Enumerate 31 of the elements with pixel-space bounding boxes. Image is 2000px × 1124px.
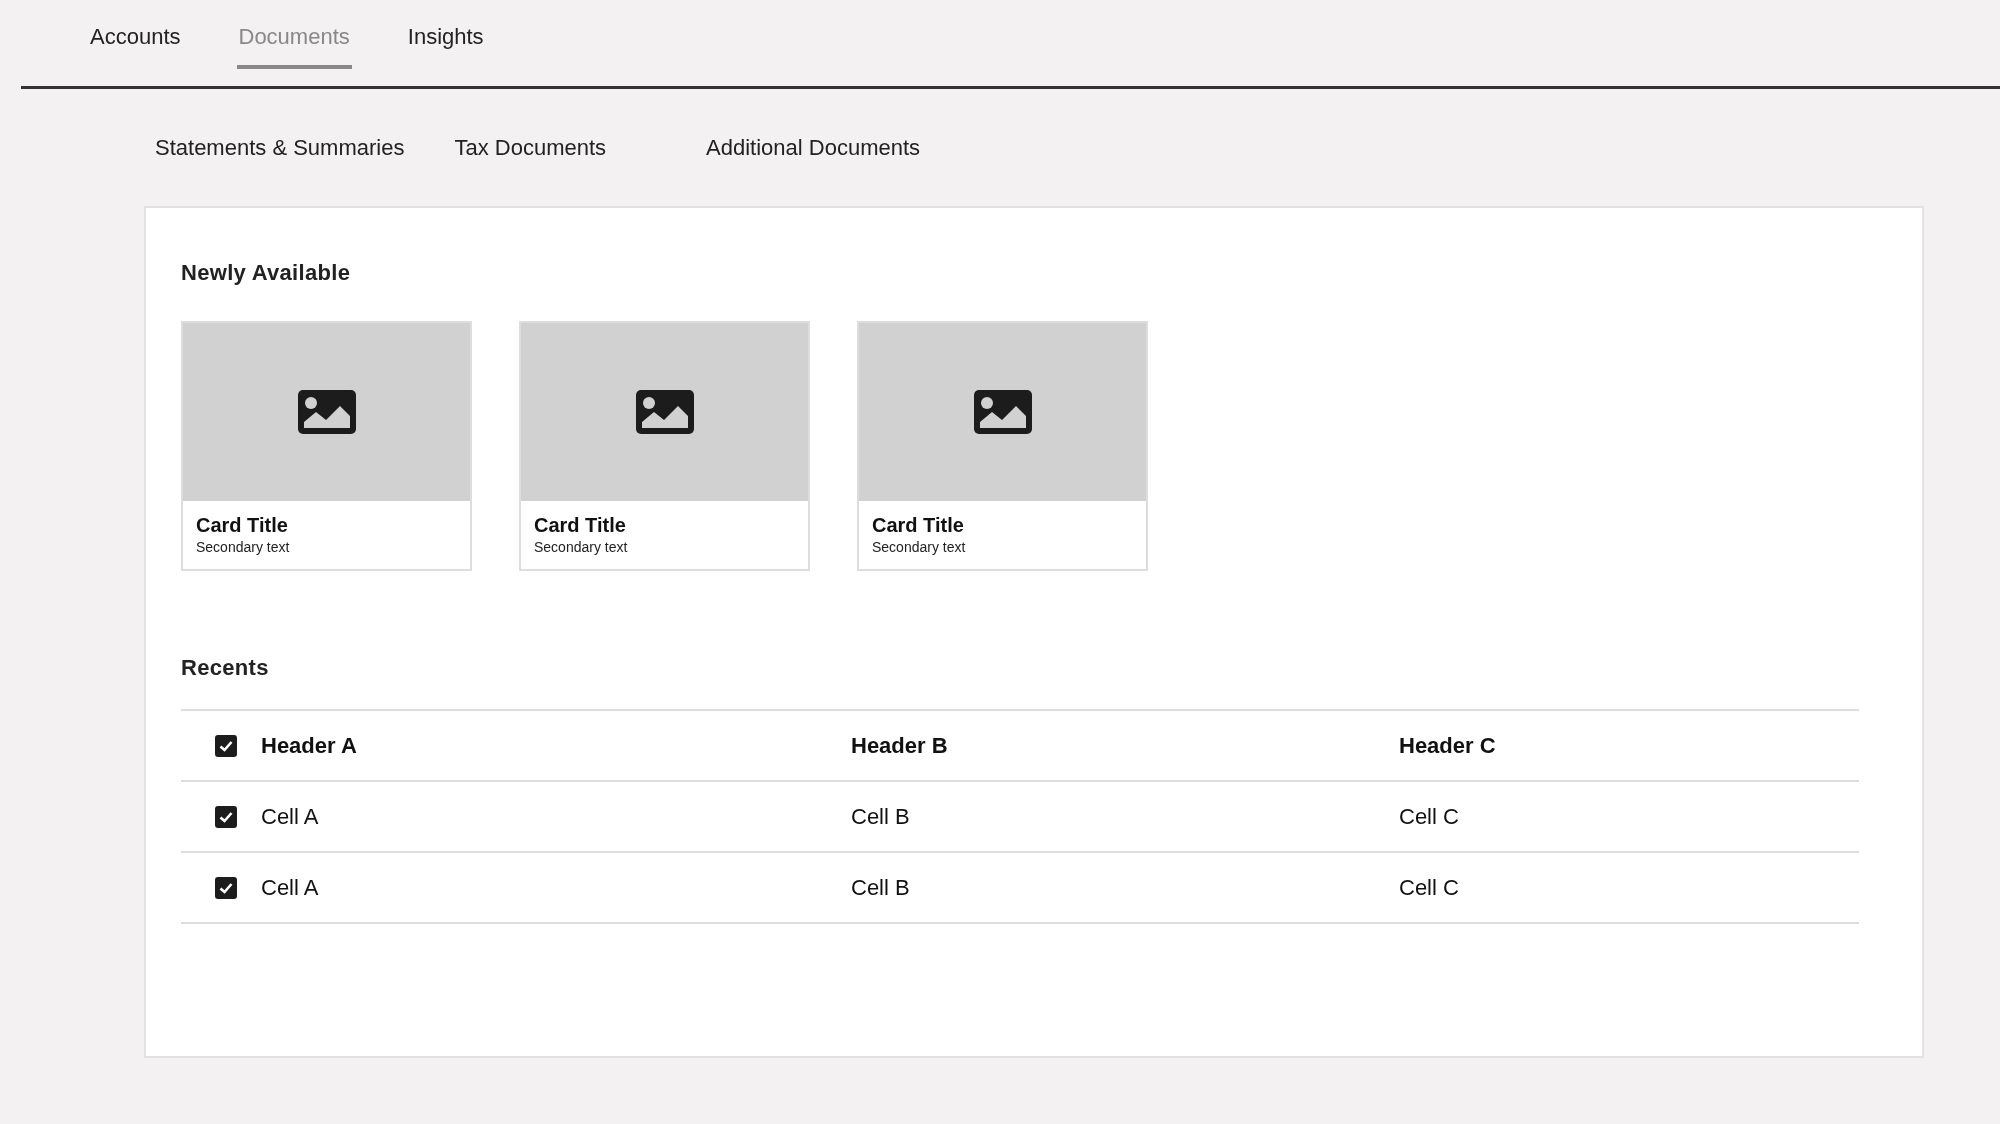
nav-tab[interactable]: Insights	[405, 0, 486, 69]
sub-tab[interactable]: Tax Documents	[454, 135, 607, 161]
sub-tab[interactable]: Additional Documents	[706, 135, 921, 161]
card-secondary-text: Secondary text	[196, 539, 290, 555]
card-title: Card Title	[196, 514, 288, 537]
table-cell: Cell C	[1399, 874, 1459, 900]
table-cell: Cell C	[1399, 803, 1459, 829]
column-header: Header C	[1399, 732, 1496, 758]
checkbox[interactable]	[215, 734, 237, 757]
section-heading: Newly Available	[181, 260, 352, 286]
image-placeholder-icon	[635, 390, 694, 434]
card-secondary-text: Secondary text	[872, 539, 966, 555]
document-card[interactable]: Card Title Secondary text	[519, 321, 810, 571]
checkbox[interactable]	[215, 876, 237, 899]
column-header: Header A	[261, 732, 357, 758]
table-cell: Cell B	[851, 803, 910, 829]
document-card[interactable]: Card Title Secondary text	[857, 321, 1148, 571]
table-cell: Cell A	[261, 803, 319, 829]
checkbox[interactable]	[215, 805, 237, 828]
image-placeholder-icon	[973, 390, 1032, 434]
column-header: Header B	[851, 732, 948, 758]
table-cell: Cell B	[851, 874, 910, 900]
document-card[interactable]: Card Title Secondary text	[181, 321, 472, 571]
sub-tab[interactable]: Statements & Summaries	[155, 135, 405, 161]
section-heading: Recents	[181, 655, 270, 681]
table-cell: Cell A	[261, 874, 319, 900]
card-secondary-text: Secondary text	[534, 539, 628, 555]
card-title: Card Title	[872, 514, 964, 537]
card-title: Card Title	[534, 514, 626, 537]
nav-tab[interactable]: Accounts	[88, 0, 183, 69]
image-placeholder-icon	[297, 390, 356, 434]
